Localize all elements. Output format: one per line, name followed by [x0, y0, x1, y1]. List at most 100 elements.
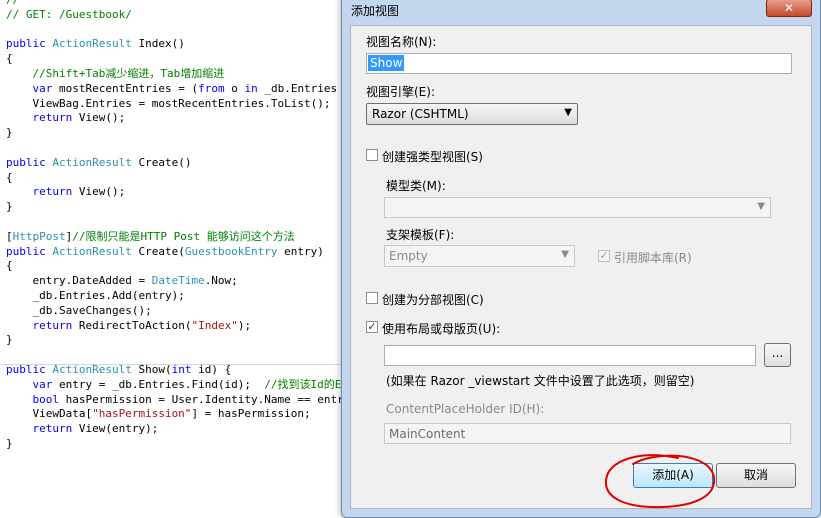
code-token: { — [6, 259, 13, 273]
code-token: RedirectToAction( — [72, 318, 192, 332]
code-editor[interactable]: // // GET: /Guestbook/public ActionResult… — [0, 0, 345, 518]
reference-scripts-label: 引用脚本库(R) — [614, 251, 692, 265]
code-token: Create() — [131, 155, 192, 169]
code-token: public — [6, 155, 53, 169]
code-token: hasPermission = User.Identity.Name == en… — [59, 392, 345, 406]
code-line: return View(); — [6, 111, 126, 125]
code-token: id) { — [191, 363, 232, 376]
code-line: _db.SaveChanges(); — [6, 304, 151, 318]
model-class-select[interactable]: ▼ — [384, 197, 771, 218]
code-line: return View(); — [6, 185, 126, 199]
partial-view-checkbox[interactable] — [366, 292, 378, 304]
code-token: return — [32, 111, 73, 125]
layout-hint-text: (如果在 Razor _viewstart 文件中设置了此选项，则留空) — [386, 374, 695, 388]
code-token: HttpPost — [12, 229, 66, 243]
layout-path-input[interactable] — [384, 345, 756, 366]
code-line: public ActionResult Index() — [6, 37, 185, 51]
cancel-button[interactable]: 取消 — [716, 463, 796, 488]
code-line: var mostRecentEntries = (from o in _db.E… — [6, 81, 346, 96]
code-line: public ActionResult Create(GuestbookEntr… — [6, 245, 324, 259]
code-token: View(); — [72, 111, 126, 125]
code-line: [HttpPost]//限制只能是HTTP Post 能够访问这个方法 — [6, 230, 295, 244]
code-token: mostRecentEntries = ( — [52, 81, 199, 95]
code-token: entry) — [277, 244, 324, 258]
code-token: ViewData[ — [6, 407, 93, 421]
view-name-label: 视图名称(N): — [366, 35, 437, 49]
code-token: [ — [6, 229, 13, 243]
code-token: in — [244, 81, 258, 95]
dialog-body: 视图名称(N): Show 视图引擎(E): Razor (CSHTML) ▼ … — [350, 25, 812, 509]
code-token: // — [6, 0, 19, 6]
close-button[interactable]: ✕ — [766, 0, 812, 17]
code-token: return — [32, 185, 73, 199]
code-line: // GET: /Guestbook/ — [6, 8, 132, 22]
placeholder-id-value: MainContent — [389, 427, 466, 441]
code-line: } — [6, 333, 13, 347]
code-line: ViewBag.Entries = mostRecentEntries.ToLi… — [6, 97, 330, 111]
add-button[interactable]: 添加(A) — [633, 463, 713, 488]
view-name-value: Show — [368, 55, 405, 71]
code-token: entry.DateAdded = — [6, 274, 152, 288]
code-token: bool — [32, 392, 60, 406]
code-token: // GET: /Guestbook/ — [6, 7, 132, 21]
code-line: } — [6, 126, 13, 140]
code-token: Show( — [131, 363, 172, 376]
check-icon: ✓ — [599, 249, 609, 262]
add-view-dialog: 添加视图 ✕ 视图名称(N): Show 视图引擎(E): Razor (CSH… — [341, 0, 821, 518]
code-line: entry.DateAdded = DateTime.Now; — [6, 274, 237, 288]
code-token: View(); — [72, 185, 126, 199]
view-name-input[interactable]: Show — [366, 53, 792, 74]
chevron-down-icon: ▼ — [757, 201, 765, 212]
code-token: ActionResult — [52, 37, 132, 51]
model-class-label: 模型类(M): — [386, 179, 446, 193]
check-icon: ✓ — [367, 320, 377, 333]
view-engine-select[interactable]: Razor (CSHTML) ▼ — [366, 103, 578, 125]
close-icon: ✕ — [783, 1, 795, 15]
code-token: //限制只能是HTTP Post 能够访问这个方法 — [72, 229, 295, 243]
code-token: "Index" — [191, 318, 238, 332]
code-token: var — [32, 81, 53, 95]
code-token: ); — [237, 318, 252, 332]
scaffold-template-select[interactable]: Empty ▼ — [384, 245, 575, 267]
strongly-typed-checkbox[interactable] — [366, 149, 378, 161]
code-token: Index() — [131, 37, 185, 51]
code-token: public — [6, 37, 53, 51]
code-token: return — [32, 422, 73, 436]
code-token: var — [32, 377, 53, 391]
chevron-down-icon: ▼ — [561, 249, 569, 260]
code-token: { — [6, 52, 13, 66]
code-token: ActionResult — [52, 155, 132, 169]
code-line: } — [6, 200, 13, 214]
code-token: //Shift+Tab减少缩进，Tab增加缩进 — [6, 67, 225, 80]
code-token: ] = hasPermission; — [191, 407, 311, 421]
code-line: return View(entry); — [6, 422, 159, 436]
placeholder-id-input[interactable]: MainContent — [384, 423, 791, 444]
use-layout-checkbox[interactable]: ✓ — [366, 321, 378, 333]
code-line: { — [6, 171, 13, 185]
code-token: GuestbookEntry — [184, 244, 278, 258]
code-token: { — [6, 170, 13, 184]
view-engine-label: 视图引擎(E): — [366, 85, 435, 99]
code-token: entry = _db.Entries.Find(id); — [52, 377, 265, 391]
code-line: return RedirectToAction("Index"); — [6, 318, 252, 333]
code-token: } — [6, 333, 13, 347]
reference-scripts-checkbox[interactable]: ✓ — [598, 250, 610, 262]
code-token: int — [171, 363, 192, 376]
code-line: bool hasPermission = User.Identity.Name … — [6, 392, 346, 407]
code-token: from — [198, 81, 225, 95]
code-token: public — [6, 363, 53, 376]
scaffold-template-value: Empty — [389, 249, 428, 263]
code-line: } — [6, 437, 13, 451]
cancel-button-label: 取消 — [743, 468, 768, 482]
dialog-titlebar[interactable]: 添加视图 ✕ — [342, 0, 820, 18]
browse-button[interactable]: ... — [764, 343, 791, 367]
code-token: Create( — [131, 244, 185, 258]
code-line: //Shift+Tab减少缩进，Tab增加缩进 — [6, 67, 224, 81]
code-line: var entry = _db.Entries.Find(id); //找到该I… — [6, 377, 342, 392]
